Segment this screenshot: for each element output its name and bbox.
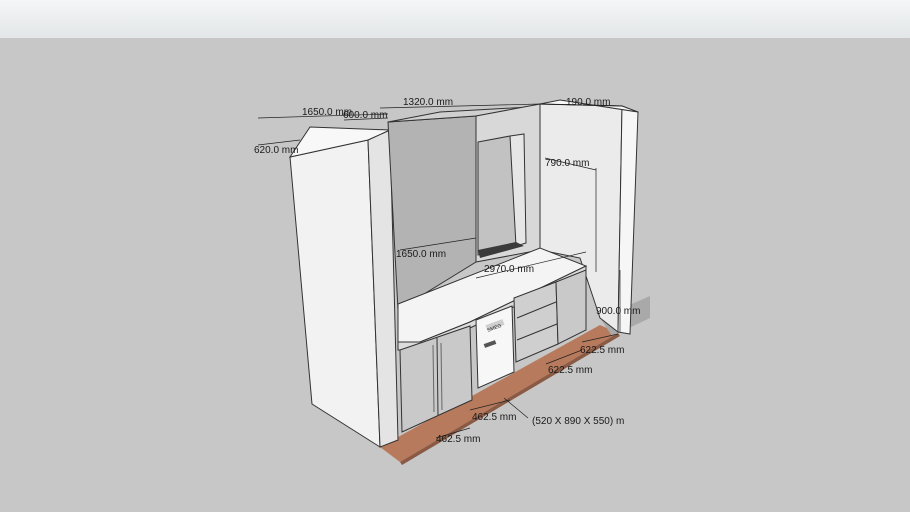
dim-label-fridge-size: (520 X 890 X 550) m — [532, 416, 624, 427]
fridge-body — [475, 305, 515, 389]
base-cabinet-right — [555, 269, 587, 345]
left-panel-side — [289, 139, 381, 448]
dim-label-4625-b: 462.5 mm — [436, 434, 480, 445]
dim-label-790: 790.0 mm — [545, 158, 589, 169]
sketchup-viewport[interactable]: SMEG 1650.0 mm 600.0 mm 1320.0 mm 190.0 … — [0, 0, 910, 512]
dim-label-1320: 1320.0 mm — [403, 97, 453, 108]
dim-label-600: 600.0 mm — [343, 110, 387, 121]
dim-label-1650-mid: 1650.0 mm — [396, 249, 446, 260]
dim-label-4625-a: 462.5 mm — [472, 412, 516, 423]
dim-label-620: 620.0 mm — [254, 145, 298, 156]
kitchen-model[interactable]: SMEG 1650.0 mm 600.0 mm 1320.0 mm 190.0 … — [0, 0, 910, 512]
dim-label-6225-a: 622.5 mm — [580, 345, 624, 356]
dim-label-900: 900.0 mm — [596, 306, 640, 317]
right-panel-side — [617, 105, 639, 335]
dim-label-6225-b: 622.5 mm — [548, 365, 592, 376]
dim-label-190: 190.0 mm — [566, 97, 610, 108]
dim-label-2970: 2970.0 mm — [484, 264, 534, 275]
